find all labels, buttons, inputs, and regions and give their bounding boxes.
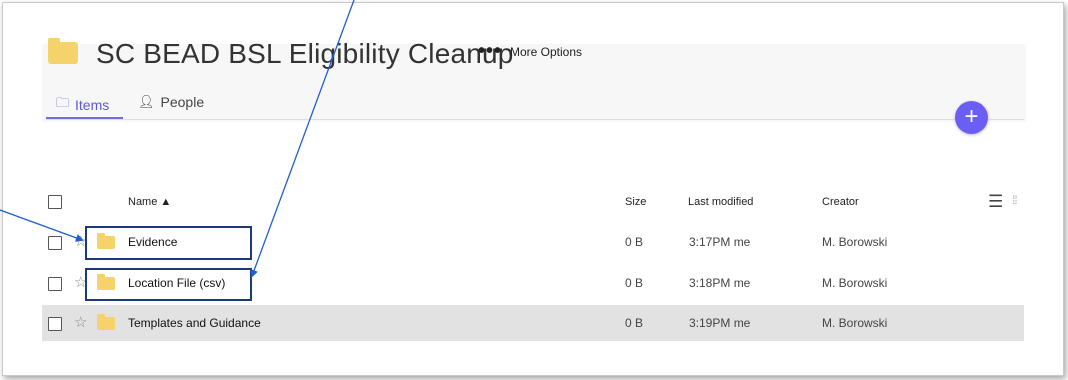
list-view-icon[interactable]: ☰ — [988, 192, 1003, 212]
folder-icon — [97, 314, 115, 330]
file-modified: 3:17PM me — [689, 235, 751, 249]
tab-divider — [46, 119, 1024, 120]
add-button[interactable]: + — [955, 101, 988, 134]
select-all-checkbox[interactable] — [48, 195, 62, 209]
tab-people-label: People — [160, 94, 205, 110]
grid-view-icon[interactable]: ⁞⁞ — [1012, 193, 1018, 207]
row-checkbox[interactable] — [48, 236, 62, 250]
column-header-size[interactable]: Size — [625, 196, 646, 208]
file-size: 0 B — [625, 316, 644, 330]
page-title: SC BEAD BSL Eligibility Cleanup — [96, 38, 514, 69]
column-header-name[interactable]: Name ▲ — [128, 196, 171, 208]
tab-items-label: Items — [75, 97, 110, 113]
file-size: 0 B — [625, 235, 644, 249]
table-row-selected[interactable]: ☆ Templates and Guidance 0 B 3:19PM me M… — [42, 305, 1024, 341]
tab-people[interactable]: 👤︎ People — [138, 94, 204, 110]
more-options-button[interactable]: More Options — [510, 45, 582, 59]
more-options-icon[interactable]: ••• — [478, 40, 502, 63]
column-header-modified[interactable]: Last modified — [688, 196, 753, 208]
highlight-box-evidence — [85, 226, 252, 260]
row-checkbox[interactable] — [48, 317, 62, 331]
column-header-creator[interactable]: Creator — [822, 196, 859, 208]
person-icon: 👤︎ — [138, 94, 155, 109]
highlight-box-location-file — [85, 268, 252, 301]
tab-items[interactable]: 🗀 Items — [56, 94, 109, 116]
folder-outline-icon: 🗀 — [56, 95, 70, 110]
file-modified: 3:18PM me — [689, 276, 751, 290]
star-icon[interactable]: ☆ — [74, 313, 87, 331]
folder-icon — [48, 38, 78, 64]
row-checkbox[interactable] — [48, 277, 62, 291]
file-creator: M. Borowski — [822, 316, 888, 330]
file-creator: M. Borowski — [822, 276, 888, 290]
file-modified: 3:19PM me — [689, 316, 751, 330]
file-creator: M. Borowski — [822, 235, 888, 249]
file-size: 0 B — [625, 276, 644, 290]
file-name[interactable]: Templates and Guidance — [128, 316, 261, 330]
